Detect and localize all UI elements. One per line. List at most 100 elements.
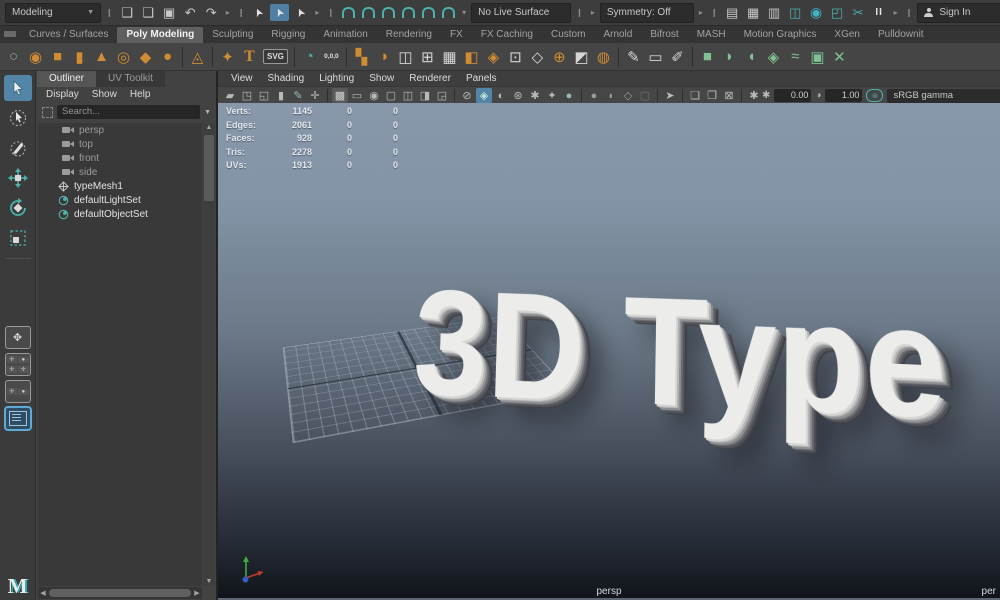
shelf-tab-bifrost[interactable]: Bifrost	[641, 27, 687, 43]
live-surface-field[interactable]: No Live Surface	[471, 3, 571, 23]
construction-plane-icon[interactable]: ◔	[299, 45, 320, 69]
filter-icon[interactable]	[42, 107, 53, 118]
grease-pencil-icon[interactable]: ✛	[307, 88, 323, 103]
lasso-tool[interactable]	[4, 105, 32, 131]
tab-uv-toolkit[interactable]: UV Toolkit	[96, 71, 165, 87]
shadows-icon[interactable]: ◫	[400, 88, 416, 103]
gamma-toggle-icon[interactable]: ◑	[815, 90, 821, 101]
reduce-icon[interactable]: ◍	[593, 45, 614, 69]
menu-show[interactable]: Show	[92, 89, 117, 100]
poly-torus-icon[interactable]: ◎	[113, 45, 134, 69]
symmetrize-icon[interactable]: ◩	[571, 45, 592, 69]
sign-in-button[interactable]: Sign In ▼	[917, 3, 1000, 23]
shelf-tab-motion-graphics[interactable]: Motion Graphics	[735, 27, 826, 43]
shelf-tab-mash[interactable]: MASH	[688, 27, 735, 43]
snap-live-icon[interactable]	[442, 7, 455, 18]
field-chart-icon[interactable]: ❏	[687, 88, 703, 103]
render-sequence-icon[interactable]: ◫	[786, 3, 805, 23]
sculpt-knife-icon[interactable]: ▣	[807, 45, 828, 69]
menu-set-dropdown[interactable]: Modeling ▼	[5, 3, 101, 23]
shelf-tab-pulldownit[interactable]: Pulldownit	[869, 27, 933, 43]
pause-viewport-icon[interactable]: II	[870, 3, 889, 23]
motion-blur-icon[interactable]: ◲	[434, 88, 450, 103]
shelf-tab-sculpting[interactable]: Sculpting	[203, 27, 262, 43]
view-transform-icon[interactable]: ◇	[620, 88, 636, 103]
snap-curve-icon[interactable]	[362, 7, 375, 18]
extrude-icon[interactable]: ◧	[461, 45, 482, 69]
disabled-icon[interactable]: ▢	[637, 88, 653, 103]
select-component-icon[interactable]: ➤	[291, 4, 310, 21]
outliner-item-front[interactable]: front	[38, 151, 202, 165]
sculpt-tool-icon[interactable]: ■	[697, 45, 718, 69]
sculpt-relax-icon[interactable]: ◖	[741, 45, 762, 69]
select-tool[interactable]	[4, 75, 32, 101]
select-object-icon[interactable]: ➤	[270, 4, 289, 21]
super-shapes-icon[interactable]: ✦	[217, 45, 238, 69]
poly-cylinder-icon[interactable]: ▮	[69, 45, 90, 69]
scene-3d-text[interactable]: 3D Type	[411, 256, 947, 455]
bevel-icon[interactable]: ◈	[483, 45, 504, 69]
shelf-menu-icon[interactable]	[4, 31, 16, 37]
outliner-vscrollbar[interactable]: ▲ ▼	[203, 123, 215, 586]
textured-display-icon[interactable]: ◈	[476, 88, 492, 103]
layout-two-pane-button[interactable]: ✛●	[5, 380, 31, 403]
scroll-right-icon[interactable]: ▶	[192, 589, 202, 597]
shelf-tab-rigging[interactable]: Rigging	[262, 27, 314, 43]
cut-render-icon[interactable]: ✂	[849, 3, 868, 23]
bridge-icon[interactable]: ⊡	[505, 45, 526, 69]
layout-four-pane-button[interactable]: ✛● ✛✛	[5, 353, 31, 376]
shelf-tab-xgen[interactable]: XGen	[825, 27, 869, 43]
gamma-field[interactable]: 1.00	[825, 89, 862, 102]
exposure-field[interactable]: 0.00	[774, 89, 811, 102]
menu-shading[interactable]: Shading	[268, 73, 305, 84]
material-override-icon[interactable]: ◐	[493, 88, 509, 103]
holdout-icon[interactable]: ✦	[544, 88, 560, 103]
shelf-tab-curves-surfaces[interactable]: Curves / Surfaces	[20, 27, 117, 43]
shelf-tab-custom[interactable]: Custom	[542, 27, 594, 43]
hypershade-icon[interactable]: ◰	[828, 3, 847, 23]
snap-grid-icon[interactable]	[342, 7, 355, 18]
svg-tool-icon[interactable]: SVG	[263, 49, 288, 64]
default-lighting-icon[interactable]: ⊛	[510, 88, 526, 103]
viewport-canvas[interactable]: 3D Type Verts:114500 Edges:206100 Faces:…	[218, 103, 1000, 600]
poly-disc-icon[interactable]: ●	[157, 45, 178, 69]
2d-pan-zoom-icon[interactable]: ✎	[290, 88, 306, 103]
menu-display[interactable]: Display	[46, 89, 79, 100]
outliner-item-defaultlightset[interactable]: defaultLightSet	[38, 193, 202, 207]
gate-mask-icon[interactable]: ⊠	[721, 88, 737, 103]
shelf-tab-rendering[interactable]: Rendering	[377, 27, 441, 43]
menu-renderer[interactable]: Renderer	[409, 73, 451, 84]
textured-mode-icon[interactable]: ◉	[366, 88, 382, 103]
camera-attrs-icon[interactable]: ◳	[239, 88, 255, 103]
color-space-dropdown[interactable]: sRGB gamma ▼	[887, 89, 1000, 103]
select-hierarchy-icon[interactable]: ➤	[249, 4, 268, 21]
render-settings-icon[interactable]: ◉	[807, 3, 826, 23]
snap-origin-icon[interactable]: 0,0,0	[321, 45, 342, 69]
outliner-hscrollbar[interactable]: ◀ ▶	[38, 587, 202, 599]
layout-single-pane-button[interactable]: ✥	[5, 326, 31, 349]
poly-sphere-icon[interactable]: ◉	[25, 45, 46, 69]
shaded-mode-icon[interactable]: ▭	[349, 88, 365, 103]
snap-projected-center-icon[interactable]	[402, 7, 415, 18]
quad-draw-icon[interactable]: ✐	[667, 45, 688, 69]
shelf-options-icon[interactable]: ○	[3, 45, 24, 69]
image-plane-icon[interactable]: ▮	[273, 88, 289, 103]
tab-outliner[interactable]: Outliner	[37, 71, 96, 87]
shelf-tab-poly-modeling[interactable]: Poly Modeling	[117, 27, 203, 43]
viewport-settings-icon[interactable]: ✱	[746, 88, 762, 103]
combine-icon[interactable]: ▚	[351, 45, 372, 69]
mirror-icon[interactable]: ◫	[395, 45, 416, 69]
chevron-down-icon[interactable]: ▼	[204, 109, 211, 116]
all-lights-icon[interactable]: ▢	[383, 88, 399, 103]
outliner-item-top[interactable]: top	[38, 137, 202, 151]
paint-select-tool[interactable]	[4, 135, 32, 161]
scroll-down-icon[interactable]: ▼	[203, 578, 215, 585]
render-current-frame-icon[interactable]: ▦	[744, 3, 763, 23]
ssao-icon[interactable]: ◨	[417, 88, 433, 103]
outliner-item-typemesh1[interactable]: typeMesh1	[38, 179, 202, 193]
boolean-icon[interactable]: ◑	[373, 45, 394, 69]
vscroll-thumb[interactable]	[204, 135, 214, 201]
shelf-tab-arnold[interactable]: Arnold	[594, 27, 641, 43]
search-input[interactable]: Search...	[57, 105, 200, 119]
isolate-select-icon[interactable]: ➤	[662, 88, 678, 103]
